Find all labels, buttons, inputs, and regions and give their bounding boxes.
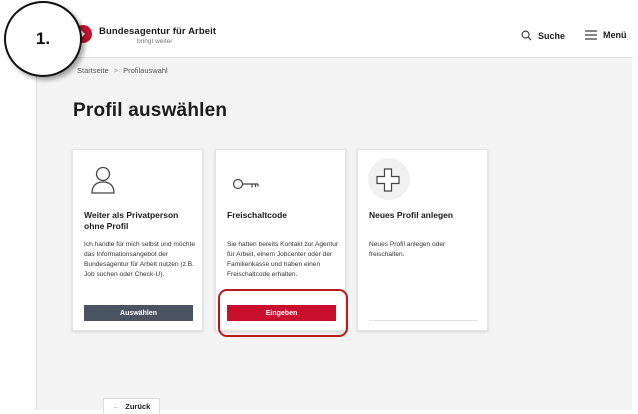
page-container: Bundesagentur für Arbeit bringt weiter S…: [36, 14, 633, 414]
search-label: Suche: [538, 30, 566, 41]
menu-button[interactable]: Menü: [585, 30, 627, 40]
key-icon: [232, 178, 259, 190]
search-icon: [521, 30, 532, 41]
brand-name: Bundesagentur für Arbeit: [99, 26, 217, 37]
breadcrumb: Startseite > Profilauswahl: [77, 66, 168, 75]
card-description: Neues Profil anlegen oder freischalten.: [369, 241, 446, 258]
card-description: Ich handle für mich selbst und möchte da…: [84, 241, 196, 278]
hamburger-menu-icon: [585, 30, 597, 40]
card-description: Sie hatten bereits Kontakt zur Agentur f…: [227, 241, 339, 278]
arrow-left-icon: ←: [112, 402, 121, 411]
card-divider: [369, 320, 478, 321]
profile-card-private: Weiter als Privatperson ohne Profil Ich …: [72, 149, 203, 331]
breadcrumb-current: Profilauswahl: [123, 66, 168, 75]
highlight-annotation: [218, 289, 348, 337]
step-badge: 1.: [4, 1, 82, 77]
breadcrumb-separator: >: [113, 66, 119, 75]
card-title: Neues Profil anlegen: [369, 210, 454, 220]
card-title: Weiter als Privatperson ohne Profil: [84, 210, 179, 231]
brand-tagline: bringt weiter: [137, 38, 173, 45]
breadcrumb-home-link[interactable]: Startseite: [77, 66, 109, 75]
site-header: Bundesagentur für Arbeit bringt weiter S…: [37, 14, 633, 58]
back-label: Zurück: [125, 402, 151, 411]
back-button[interactable]: ← Zurück: [103, 398, 160, 414]
card-title: Freischaltcode: [227, 210, 287, 220]
menu-label: Menü: [603, 30, 627, 40]
plus-icon: [376, 168, 400, 192]
select-button[interactable]: Auswählen: [84, 305, 193, 321]
search-button[interactable]: Suche: [521, 30, 565, 41]
person-icon: [91, 166, 115, 194]
step-label: 1.: [35, 29, 51, 48]
page-title: Profil auswählen: [73, 100, 228, 121]
profile-card-new-profile[interactable]: Neues Profil anlegen Neues Profil anlege…: [357, 149, 488, 331]
